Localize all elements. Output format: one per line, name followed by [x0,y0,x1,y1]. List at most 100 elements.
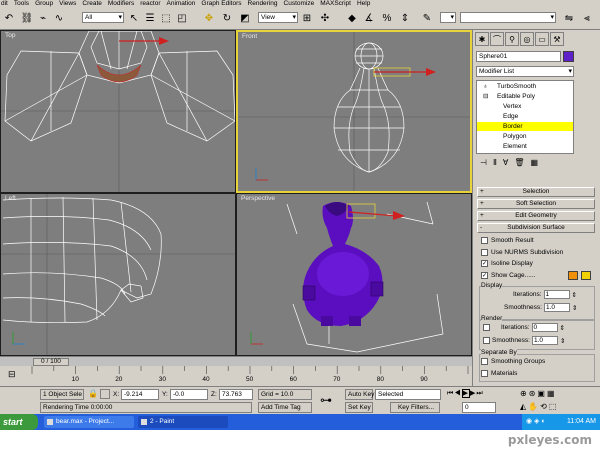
key-filters-button[interactable]: Key Filters... [390,402,440,413]
zoom-extents-icon[interactable]: ▣ [537,389,547,398]
spinner-arrows-icon[interactable]: ⇕ [572,291,577,299]
motion-tab-icon[interactable]: ◎ [520,32,534,46]
rectangular-selection-icon[interactable]: ⬚ [159,11,173,25]
use-nurms-checkbox[interactable] [481,249,488,256]
menu-help[interactable]: Help [357,0,370,8]
lightbulb-icon[interactable]: ♁ [483,82,488,91]
render-smoothness-checkbox[interactable] [483,337,490,344]
display-tab-icon[interactable]: ▭ [535,32,549,46]
start-button[interactable]: start [0,414,38,430]
go-to-end-icon[interactable]: ⏭ [476,390,483,397]
smoothing-groups-checkbox[interactable] [481,358,488,365]
field-of-view-icon[interactable]: ◭ [520,402,528,411]
create-tab-icon[interactable]: ✱ [475,32,489,46]
auto-key-button[interactable]: Auto Key [345,389,374,400]
select-link-icon[interactable]: ⛓ [20,11,34,25]
current-frame-field[interactable]: 0 [462,402,496,413]
utilities-tab-icon[interactable]: ⚒ [550,32,564,46]
absolute-mode-transform-icon[interactable] [100,389,110,399]
display-iterations-spinner[interactable]: 1 [543,290,570,299]
menu-views[interactable]: Views [59,0,76,8]
maximize-viewport-icon[interactable]: ⬚ [549,402,559,411]
bind-spacewarp-icon[interactable]: ∿ [52,11,66,25]
previous-frame-icon[interactable]: ◀ [454,390,461,397]
menu-group[interactable]: Group [35,0,53,8]
spinner-arrows-icon[interactable]: ⇕ [572,304,577,312]
named-selection-button[interactable] [440,12,456,23]
object-color-swatch[interactable] [563,51,574,62]
isoline-display-checkbox[interactable]: ✓ [481,260,488,267]
smooth-result-checkbox[interactable] [481,237,488,244]
stack-item-polygon[interactable]: Polygon [477,132,573,141]
use-nurms-row[interactable]: Use NURMS Subdivision [481,248,563,257]
cage-color-swatch-2[interactable] [581,271,591,280]
modify-tab-icon[interactable]: ⌒ [490,32,504,46]
spinner-arrows-icon[interactable]: ⇕ [560,324,565,332]
render-iterations-checkbox[interactable] [483,324,490,331]
unlink-icon[interactable]: ⌁ [36,11,50,25]
stack-item-vertex[interactable]: Vertex [477,102,573,111]
select-by-name-icon[interactable]: ☰ [143,11,157,25]
menu-animation[interactable]: Animation [167,0,196,8]
add-time-tag-button[interactable]: Add Time Tag [258,402,312,413]
z-coordinate-field[interactable]: 73.763 [219,389,253,400]
tray-icons[interactable]: ◉ ◈ ◐ [526,414,546,430]
angle-snap-icon[interactable]: ∡ [362,11,376,25]
named-selection-sets-dropdown[interactable] [460,12,556,23]
play-icon[interactable]: ▶ [461,389,470,398]
make-unique-icon[interactable]: ∀ [503,158,508,170]
stack-item-element[interactable]: Element [477,142,573,151]
rollout-soft-selection[interactable]: + Soft Selection [477,199,595,209]
menu-modifiers[interactable]: Modifiers [108,0,134,8]
arc-rotate-icon[interactable]: ⟲ [540,402,549,411]
y-coordinate-field[interactable]: -0.0 [170,389,208,400]
select-object-icon[interactable]: ↖ [127,11,141,25]
stack-item-border[interactable]: Border [477,122,573,131]
track-bar[interactable]: ⊟ 10 20 30 40 50 60 70 80 90 [0,366,472,386]
reference-coordinate-dropdown[interactable]: View [258,12,298,23]
zoom-icon[interactable]: ⊕ [520,389,529,398]
select-manipulate-icon[interactable]: ✣ [318,11,332,25]
rollout-selection[interactable]: + Selection [477,187,595,197]
lock-selection-icon[interactable]: 🔒 [88,389,98,398]
key-mode-icon[interactable]: ⊶ [320,393,332,407]
undo-icon[interactable]: ↶ [2,11,16,25]
menu-maxscript[interactable]: MAXScript [320,0,351,8]
show-cage-checkbox[interactable]: ✓ [481,272,488,279]
materials-checkbox[interactable] [481,370,488,377]
show-cage-row[interactable]: ✓ Show Cage...... [481,271,535,280]
modifier-list-dropdown[interactable]: Modifier List [476,66,574,77]
selection-filter-dropdown[interactable]: All [82,12,124,23]
x-coordinate-field[interactable]: -9.214 [121,389,159,400]
collapse-minus-icon[interactable]: ⊟ [483,92,488,101]
stack-item-edge[interactable]: Edge [477,112,573,121]
viewport-front[interactable]: Front [236,30,472,193]
viewport-top[interactable]: Top [0,30,236,193]
menu-create[interactable]: Create [82,0,102,8]
smooth-result-row[interactable]: Smooth Result [481,236,534,245]
spinner-snap-icon[interactable]: ⇕ [398,11,412,25]
set-key-button[interactable]: Set Key [345,402,373,413]
menu-rendering[interactable]: Rendering [248,0,278,8]
mirror-icon[interactable]: ⇋ [562,11,576,25]
stack-item-turbosmooth[interactable]: ♁ TurboSmooth [477,82,573,91]
select-and-scale-icon[interactable]: ◩ [238,11,252,25]
rollout-subdivision-surface[interactable]: - Subdivision Surface [477,223,595,233]
key-selection-dropdown[interactable]: Selected [375,389,441,400]
isoline-display-row[interactable]: ✓ Isoline Display [481,259,533,268]
taskbar-item-3dsmax[interactable]: bear.max - Project... [44,416,134,428]
hierarchy-tab-icon[interactable]: ⚲ [505,32,519,46]
menu-dit[interactable]: dit [1,0,8,8]
window-crossing-icon[interactable]: ◰ [175,11,189,25]
render-smoothness-spinner[interactable]: 1.0 [531,336,558,345]
zoom-extents-all-icon[interactable]: ▦ [547,389,557,398]
menu-graph-editors[interactable]: Graph Editors [201,0,241,8]
pivot-center-icon[interactable]: ⊞ [300,11,314,25]
select-and-rotate-icon[interactable]: ↻ [220,11,234,25]
render-iterations-spinner[interactable]: 0 [531,323,558,332]
show-end-result-icon[interactable]: Ⅱ [493,158,497,170]
viewport-left[interactable]: Left [0,193,236,356]
materials-row[interactable]: Materials [481,369,517,378]
cage-color-swatch-1[interactable] [568,271,578,280]
menu-customize[interactable]: Customize [284,0,315,8]
